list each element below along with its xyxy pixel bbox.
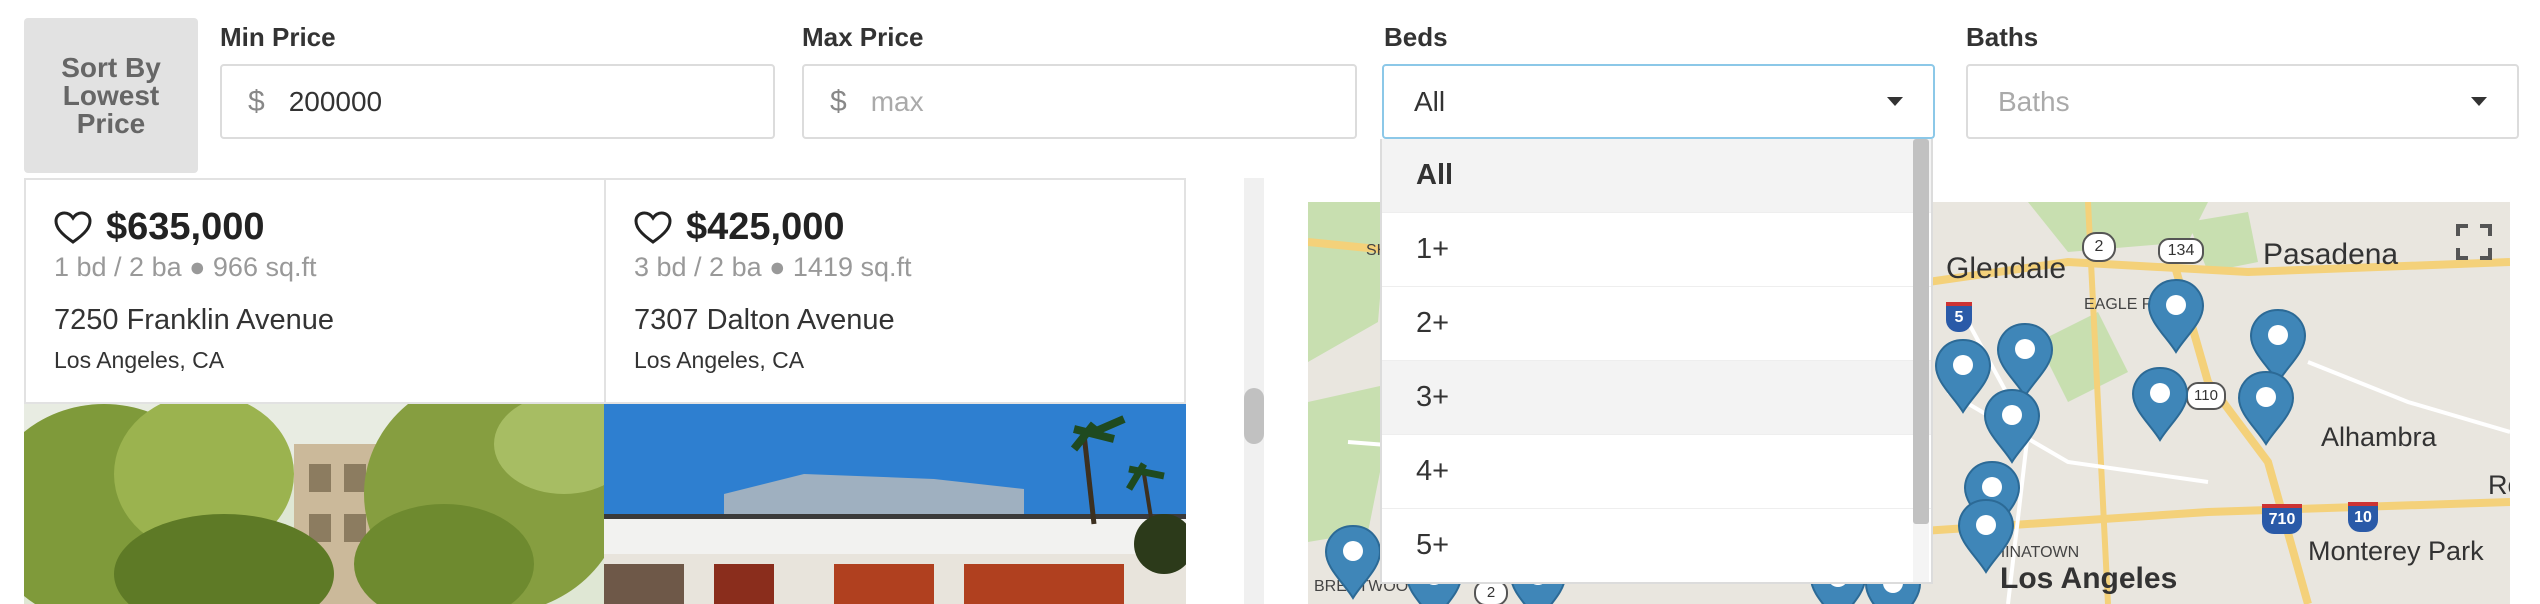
house-photo-trees <box>24 404 606 604</box>
beds-select[interactable]: All <box>1382 64 1935 139</box>
min-price-currency: $ <box>248 84 265 118</box>
map-marker <box>2238 371 2294 445</box>
listing-scrollbar-thumb[interactable] <box>1244 388 1264 444</box>
beds-option-1[interactable]: 1+ <box>1382 213 1931 287</box>
listing-specs: 1 bd / 2 ba ● 966 sq.ft <box>54 252 317 282</box>
chevron-down-icon <box>2471 97 2487 106</box>
beds-label: Beds <box>1384 22 1448 52</box>
min-price-label: Min Price <box>220 22 336 52</box>
listing-specs: 3 bd / 2 ba ● 1419 sq.ft <box>634 252 912 282</box>
max-price-input[interactable]: $ max <box>802 64 1357 139</box>
chevron-down-icon <box>1887 97 1903 106</box>
max-price-label: Max Price <box>802 22 924 52</box>
listing-price: $635,000 <box>106 206 265 248</box>
map-marker <box>1935 339 1991 413</box>
listing-price: $425,000 <box>686 206 845 248</box>
heart-icon[interactable] <box>54 210 92 245</box>
listing-card[interactable]: $425,000 3 bd / 2 ba ● 1419 sq.ft 7307 D… <box>604 178 1186 404</box>
beds-selected-value: All <box>1414 85 1446 117</box>
min-price-value: 200000 <box>288 85 383 117</box>
beds-option-all[interactable]: All <box>1382 139 1931 213</box>
map-marker <box>2148 279 2204 353</box>
map-marker <box>1997 323 2053 397</box>
fullscreen-icon[interactable] <box>2456 224 2492 260</box>
baths-select[interactable]: Baths <box>1966 64 2519 139</box>
map-marker <box>1325 525 1381 599</box>
listing-photo[interactable] <box>604 404 1186 604</box>
listing-street: 7307 Dalton Avenue <box>634 304 895 336</box>
listing-header: $635,000 <box>54 206 265 249</box>
heart-icon[interactable] <box>634 210 672 245</box>
dropdown-scrollbar-thumb[interactable] <box>1913 139 1929 524</box>
map-marker <box>2132 367 2188 441</box>
beds-option-5[interactable]: 5+ <box>1382 509 1931 582</box>
min-price-input[interactable]: $ 200000 <box>220 64 775 139</box>
sort-by-lowest-price-button[interactable]: Sort By Lowest Price <box>24 18 198 173</box>
listing-city: Los Angeles, CA <box>634 347 805 373</box>
listing-header: $425,000 <box>634 206 845 249</box>
listing-city: Los Angeles, CA <box>54 347 225 373</box>
listing-photo[interactable] <box>24 404 606 604</box>
max-price-placeholder: max <box>870 85 924 117</box>
listing-street: 7250 Franklin Avenue <box>54 304 335 336</box>
baths-placeholder: Baths <box>1998 85 2070 117</box>
listing-card[interactable]: $635,000 1 bd / 2 ba ● 966 sq.ft 7250 Fr… <box>24 178 606 404</box>
house-photo-modern <box>604 404 1186 604</box>
beds-option-3[interactable]: 3+ <box>1382 361 1931 435</box>
map-marker <box>1958 499 2014 573</box>
map-marker <box>2250 309 2306 383</box>
beds-dropdown-menu: All 1+ 2+ 3+ 4+ 5+ <box>1380 139 1933 584</box>
beds-option-2[interactable]: 2+ <box>1382 287 1931 361</box>
beds-option-4[interactable]: 4+ <box>1382 435 1931 509</box>
max-price-currency: $ <box>830 84 847 118</box>
map-marker <box>1984 389 2040 463</box>
baths-label: Baths <box>1966 22 2039 52</box>
